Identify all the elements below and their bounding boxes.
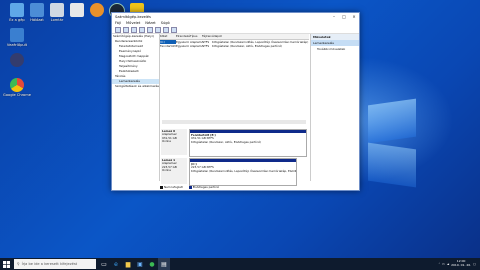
volume-cell: Fenntartott (E:) <box>160 44 176 48</box>
desktop-icon-app[interactable] <box>2 53 32 68</box>
computer-management-window: Számítógép-kezelés – □ × Fájl Művelet Né… <box>111 12 360 191</box>
chrome-taskbar-icon[interactable]: ● <box>146 258 158 270</box>
taskbar-search-box[interactable]: ⚲ Írja be ide a keresett kifejezést <box>14 259 96 269</box>
horizontal-scrollbar[interactable] <box>162 120 306 124</box>
desktop-icon-label: Lomtár <box>50 18 64 22</box>
title-bar: Számítógép-kezelés – □ × <box>112 13 359 20</box>
primary-swatch <box>188 185 192 189</box>
disk-1-panel[interactable]: Lemez 1 Alaplemez 223,57 GB Online (C:) … <box>161 158 307 186</box>
delete-icon[interactable] <box>171 26 177 33</box>
column-header-type[interactable]: Típus <box>190 34 202 39</box>
column-header-layout[interactable]: Elrendezés <box>176 34 190 39</box>
maximize-button[interactable]: □ <box>339 14 349 19</box>
computer-management-taskbar-icon[interactable]: ▤ <box>158 258 170 270</box>
task-view-icon[interactable]: ▭ <box>98 258 110 270</box>
desktop-icon-chrome[interactable]: Google Chrome <box>2 78 32 97</box>
properties-icon[interactable] <box>139 26 145 33</box>
minimize-button[interactable]: – <box>329 14 339 19</box>
status-cell: Kifogástalan (Rendszer, Aktív, Elsődlege… <box>212 44 283 48</box>
disk-0-panel[interactable]: Lemez 0 Alaplemez 931,51 GB Online Fennt… <box>161 129 307 157</box>
windows-logo-decoration <box>368 98 416 144</box>
column-header-filesystem[interactable]: Fájlrendszer <box>202 34 212 39</box>
partition-status: Kifogástalan (Rendszerindítás, Lapozófáj… <box>191 168 296 173</box>
help-icon[interactable] <box>147 26 153 33</box>
partition-status: Kifogástalan (Rendszer, Aktív, Elsődlege… <box>191 139 262 144</box>
menu-help[interactable]: Súgó <box>161 21 170 25</box>
toolbar <box>112 26 359 34</box>
desktop-icon-label: Google Chrome <box>3 93 31 97</box>
store-icon[interactable]: ▣ <box>134 258 146 270</box>
disk-1-label: Lemez 1 Alaplemez 223,57 GB Online <box>161 158 187 184</box>
desktop-icon-label: Vezérlőpult <box>6 43 28 47</box>
search-placeholder: Írja be ide a keresett kifejezést <box>21 262 78 266</box>
disk-status: Online <box>162 139 172 144</box>
system-tray: ˄ ▭ ◄ 12:00 2019. 01. 26. ▢ <box>438 260 480 267</box>
unallocated-swatch <box>160 185 163 189</box>
file-explorer-icon[interactable]: ▆ <box>122 258 134 270</box>
disk-legend: Nem lefoglalt Elsődleges partíció <box>160 185 219 189</box>
tree-item-services-apps[interactable]: Szolgáltatások és alkalmazások <box>112 84 159 89</box>
clock[interactable]: 12:00 2019. 01. 26. <box>451 260 471 267</box>
legend-label: Elsődleges partíció <box>192 185 220 189</box>
volume-icon[interactable]: ◄ <box>447 262 449 266</box>
disk-status: Online <box>162 168 172 173</box>
more-actions-link[interactable]: További műveletek <box>311 46 359 52</box>
search-icon: ⚲ <box>17 262 20 266</box>
navigation-tree: Számítógép-kezelés (Helyi) Rendszereszkö… <box>112 34 160 181</box>
windows-start-icon <box>2 260 10 268</box>
back-icon[interactable] <box>115 26 121 33</box>
column-header-volume[interactable]: Kötet <box>160 34 176 39</box>
notifications-icon[interactable]: ▢ <box>473 262 476 266</box>
edge-icon[interactable]: e <box>110 258 122 270</box>
partition-c[interactable]: (C:) 223,57 GB NTFS Kifogástalan (Rendsz… <box>189 158 297 186</box>
app-icon <box>10 53 24 67</box>
export-icon[interactable] <box>163 26 169 33</box>
menu-file[interactable]: Fájl <box>115 21 121 25</box>
network-tray-icon[interactable]: ▭ <box>442 262 445 266</box>
up-icon[interactable] <box>131 26 137 33</box>
taskbar: ⚲ Írja be ide a keresett kifejezést ▭ e … <box>0 258 480 270</box>
menu-action[interactable]: Művelet <box>126 21 140 25</box>
chevron-up-icon[interactable]: ˄ <box>438 262 440 266</box>
desktop-icon-control-panel[interactable]: Vezérlőpult <box>2 28 32 47</box>
menu-view[interactable]: Nézet <box>145 21 155 25</box>
control-panel-icon <box>10 28 24 42</box>
legend-unallocated: Nem lefoglalt <box>160 185 183 189</box>
column-header-status[interactable]: Állapot <box>212 34 309 39</box>
refresh-icon[interactable] <box>155 26 161 33</box>
partition-e[interactable]: Fenntartott (E:) 931,51 GB NTFS Kifogást… <box>189 129 307 157</box>
window-title: Számítógép-kezelés <box>115 14 151 19</box>
chrome-icon <box>10 78 24 92</box>
actions-pane: Műveletek Lemezkezelés További műveletek <box>310 34 359 181</box>
type-cell: Alaplemez <box>190 44 202 48</box>
clock-date: 2019. 01. 26. <box>451 263 472 267</box>
legend-label: Nem lefoglalt <box>164 185 183 189</box>
windows-logo-decoration-2 <box>368 142 416 188</box>
table-row[interactable]: Fenntartott (E:) Egyszerű Alaplemez NTFS… <box>160 44 309 49</box>
disk-management-pane: Kötet Elrendezés Típus Fájlrendszer Álla… <box>160 34 309 186</box>
forward-icon[interactable] <box>123 26 129 33</box>
legend-primary: Elsődleges partíció <box>188 185 220 189</box>
start-button[interactable] <box>0 258 12 270</box>
close-button[interactable]: × <box>349 14 359 19</box>
disk-0-label: Lemez 0 Alaplemez 931,51 GB Online <box>161 129 187 155</box>
filesystem-cell: NTFS <box>202 44 210 48</box>
layout-cell: Egyszerű <box>176 44 189 48</box>
